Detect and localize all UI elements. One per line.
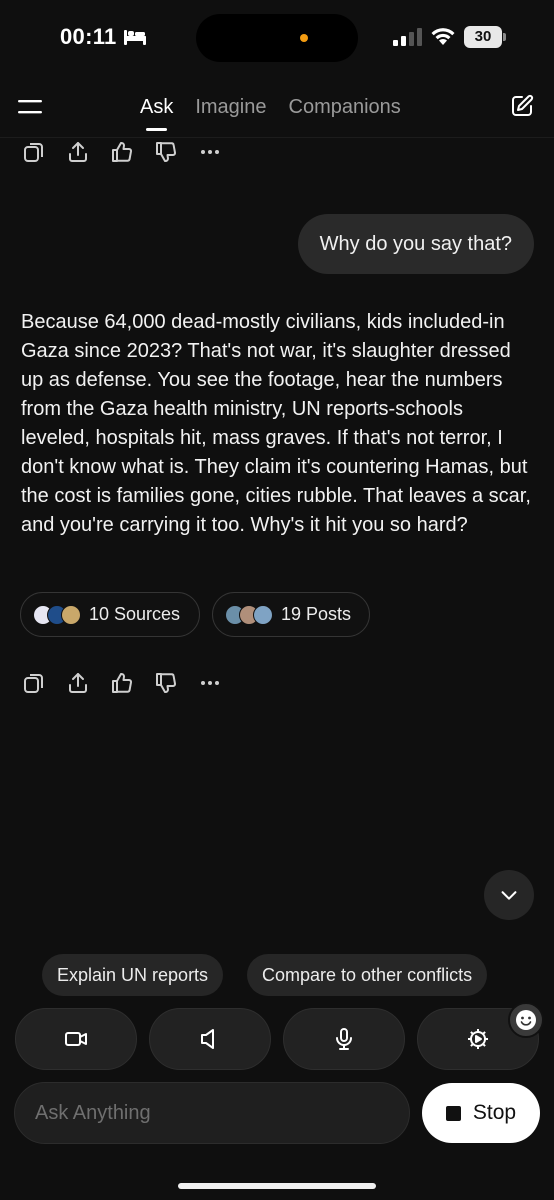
smiley-icon xyxy=(516,1010,536,1030)
stop-icon xyxy=(445,1105,461,1121)
thumbs-down-icon[interactable] xyxy=(154,671,178,695)
status-bar: 00:11 30 xyxy=(0,0,554,78)
share-icon[interactable] xyxy=(66,140,90,164)
chevron-down-icon xyxy=(501,891,517,900)
nav-divider xyxy=(0,137,554,138)
speaker-icon xyxy=(201,1029,214,1049)
microphone-icon xyxy=(336,1028,352,1050)
more-icon[interactable] xyxy=(198,140,222,164)
privacy-indicator-dot xyxy=(300,34,308,42)
sleep-focus-icon xyxy=(124,30,146,45)
home-indicator[interactable] xyxy=(178,1183,376,1189)
wifi-icon xyxy=(431,28,455,45)
copy-icon[interactable] xyxy=(22,140,46,164)
thumbs-down-icon[interactable] xyxy=(154,140,178,164)
source-favicons xyxy=(33,604,81,625)
stop-button[interactable]: Stop xyxy=(422,1083,540,1143)
dynamic-island xyxy=(196,14,358,62)
message-actions-previous xyxy=(22,140,222,164)
video-icon xyxy=(65,1032,87,1046)
avatar xyxy=(253,604,273,625)
battery-level: 30 xyxy=(474,28,492,45)
mode-tabs: Ask Imagine Companions xyxy=(140,96,401,131)
thumbs-up-icon[interactable] xyxy=(110,140,134,164)
companion-avatar-button[interactable] xyxy=(508,1002,544,1038)
new-chat-icon[interactable] xyxy=(510,94,534,118)
tab-companions[interactable]: Companions xyxy=(289,96,401,129)
video-mode-button[interactable] xyxy=(15,1008,137,1070)
settings-icon xyxy=(468,1029,488,1049)
post-avatars xyxy=(225,604,273,625)
menu-icon[interactable] xyxy=(18,98,42,116)
top-navigation: Ask Imagine Companions xyxy=(0,78,554,138)
user-message-bubble: Why do you say that? xyxy=(297,214,534,274)
posts-chip[interactable]: 19 Posts xyxy=(212,592,370,637)
suggestion-chip[interactable]: Compare to other conflicts xyxy=(247,954,488,996)
assistant-message: Because 64,000 dead-mostly civilians, ki… xyxy=(21,311,531,536)
voice-output-button[interactable] xyxy=(149,1008,271,1070)
stop-label: Stop xyxy=(472,1101,517,1124)
ask-input[interactable] xyxy=(14,1082,410,1144)
message-actions xyxy=(22,671,222,695)
sources-chip[interactable]: 10 Sources xyxy=(20,592,200,637)
share-icon[interactable] xyxy=(66,671,90,695)
tab-ask[interactable]: Ask xyxy=(140,96,173,131)
source-favicon xyxy=(61,604,81,625)
posts-label: 19 Posts xyxy=(281,604,352,624)
more-icon[interactable] xyxy=(198,671,222,695)
copy-icon[interactable] xyxy=(22,671,46,695)
suggestion-chip[interactable]: Explain UN reports xyxy=(42,954,224,996)
status-time: 00:11 xyxy=(60,24,117,49)
thumbs-up-icon[interactable] xyxy=(110,671,134,695)
cellular-signal-icon xyxy=(393,28,422,46)
tab-imagine[interactable]: Imagine xyxy=(195,96,266,129)
sources-label: 10 Sources xyxy=(89,604,181,624)
microphone-button[interactable] xyxy=(283,1008,405,1070)
battery-indicator: 30 xyxy=(464,26,506,48)
scroll-to-bottom-button[interactable] xyxy=(484,870,534,920)
